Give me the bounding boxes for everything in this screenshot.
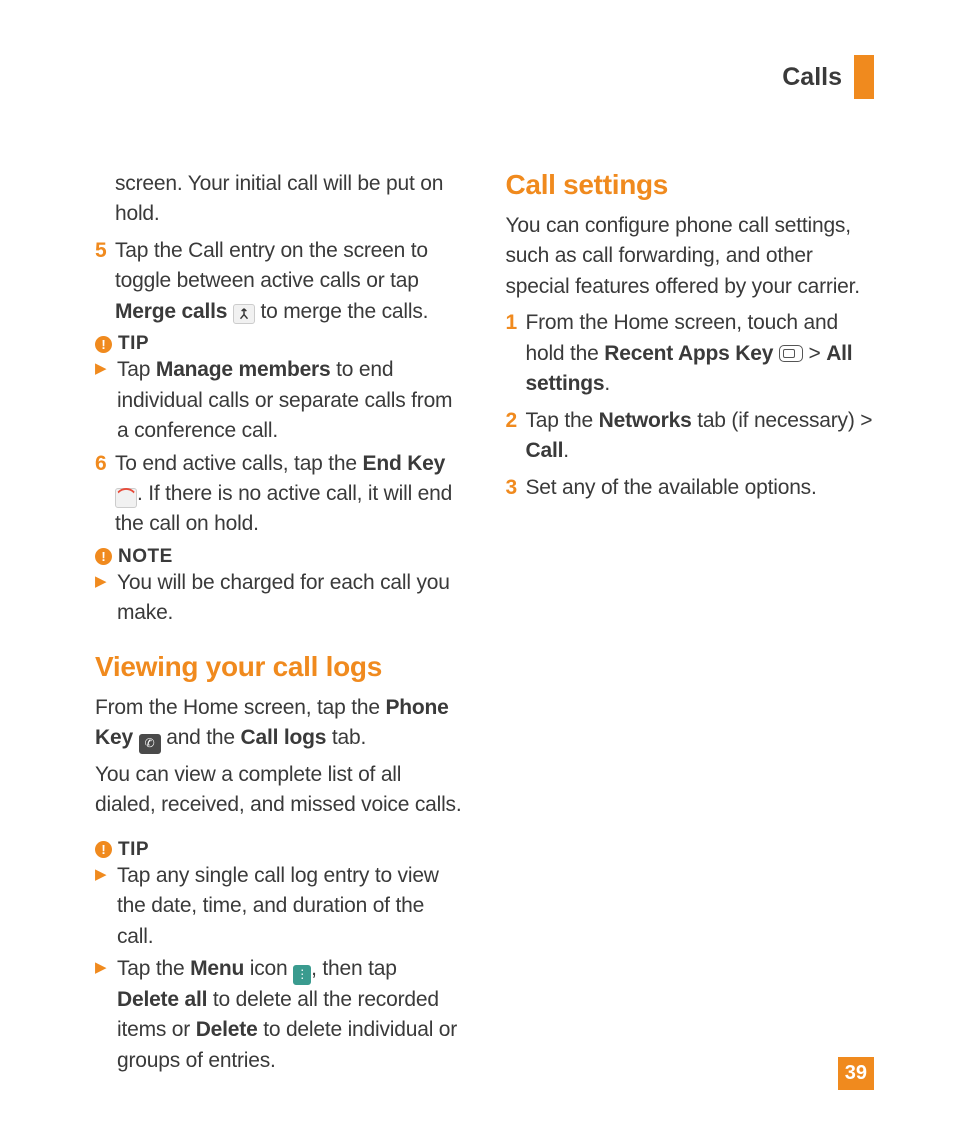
note-bullet: ▶ You will be charged for each call you … bbox=[95, 568, 464, 629]
body-text: tab. bbox=[326, 726, 366, 749]
call-logs-label: Call logs bbox=[241, 726, 327, 749]
step-number: 3 bbox=[506, 473, 526, 503]
step-text: Tap the Call entry on the screen to togg… bbox=[115, 239, 428, 292]
page-header: Calls bbox=[95, 55, 874, 99]
merge-calls-label: Merge calls bbox=[115, 300, 227, 323]
tip-heading: ! TIP bbox=[95, 839, 464, 861]
tip-bullet: ▶ Tap the Menu icon ⋮, then tap Delete a… bbox=[95, 954, 464, 1076]
note-text: You will be charged for each call you ma… bbox=[117, 568, 464, 629]
right-column: Call settings You can configure phone ca… bbox=[506, 169, 875, 1078]
step-number: 2 bbox=[506, 406, 526, 467]
tip-text: Tap the bbox=[117, 957, 190, 980]
header-accent-bar bbox=[854, 55, 874, 99]
step-number: 1 bbox=[506, 308, 526, 399]
left-column: screen. Your initial call will be put on… bbox=[95, 169, 464, 1078]
end-key-icon: ⌒ bbox=[115, 488, 137, 508]
step-text: Set any of the available options. bbox=[526, 473, 817, 503]
step-text: Tap the bbox=[526, 409, 599, 432]
step-text: . If there is no active call, it will en… bbox=[115, 482, 452, 535]
body-text: From the Home screen, tap the bbox=[95, 696, 385, 719]
page-number: 39 bbox=[838, 1057, 874, 1090]
menu-label: Menu bbox=[190, 957, 244, 980]
header-title: Calls bbox=[782, 63, 842, 92]
bullet-icon: ▶ bbox=[95, 861, 117, 952]
step-number: 5 bbox=[95, 236, 115, 327]
note-label: NOTE bbox=[118, 546, 173, 568]
body-text: and the bbox=[161, 726, 241, 749]
menu-icon: ⋮ bbox=[293, 965, 311, 985]
step-number: 6 bbox=[95, 449, 115, 540]
step-2: 2 Tap the Networks tab (if necessary) > … bbox=[506, 406, 875, 467]
recent-apps-key-icon bbox=[779, 345, 803, 362]
bullet-icon: ▶ bbox=[95, 568, 117, 629]
step-text: To end active calls, tap the bbox=[115, 452, 363, 475]
alert-icon: ! bbox=[95, 841, 112, 858]
tip-text: icon bbox=[244, 957, 293, 980]
tip-bullet: ▶ Tap any single call log entry to view … bbox=[95, 861, 464, 952]
tip-heading: ! TIP bbox=[95, 333, 464, 355]
step-3: 3 Set any of the available options. bbox=[506, 473, 875, 503]
manage-members-label: Manage members bbox=[156, 358, 331, 381]
tip-label: TIP bbox=[118, 333, 149, 355]
end-key-label: End Key bbox=[363, 452, 446, 475]
step-text: . bbox=[563, 439, 569, 462]
section-viewing-logs: Viewing your call logs bbox=[95, 651, 464, 683]
bullet-icon: ▶ bbox=[95, 954, 117, 1076]
bullet-icon: ▶ bbox=[95, 355, 117, 446]
phone-key-icon: ✆ bbox=[139, 734, 161, 754]
step-text: > bbox=[803, 342, 826, 365]
tip-label: TIP bbox=[118, 839, 149, 861]
step-6: 6 To end active calls, tap the End Key ⌒… bbox=[95, 449, 464, 540]
step-text: . bbox=[604, 372, 610, 395]
step-text: to merge the calls. bbox=[255, 300, 428, 323]
delete-all-label: Delete all bbox=[117, 988, 207, 1011]
note-heading: ! NOTE bbox=[95, 546, 464, 568]
networks-label: Networks bbox=[599, 409, 692, 432]
step-text: tab (if necessary) > bbox=[692, 409, 873, 432]
tip-text: , then tap bbox=[311, 957, 397, 980]
step-1: 1 From the Home screen, touch and hold t… bbox=[506, 308, 875, 399]
recent-apps-key-label: Recent Apps Key bbox=[604, 342, 773, 365]
tip-text: Tap bbox=[117, 358, 156, 381]
delete-label: Delete bbox=[196, 1018, 258, 1041]
tip-bullet: ▶ Tap Manage members to end individual c… bbox=[95, 355, 464, 446]
alert-icon: ! bbox=[95, 336, 112, 353]
body-text: You can view a complete list of all dial… bbox=[95, 760, 464, 821]
continuation-text: screen. Your initial call will be put on… bbox=[95, 169, 464, 230]
call-label: Call bbox=[526, 439, 564, 462]
tip-text: Tap any single call log entry to view th… bbox=[117, 861, 464, 952]
section-call-settings: Call settings bbox=[506, 169, 875, 201]
step-5: 5 Tap the Call entry on the screen to to… bbox=[95, 236, 464, 327]
alert-icon: ! bbox=[95, 548, 112, 565]
merge-calls-icon bbox=[233, 304, 255, 324]
body-text: You can configure phone call settings, s… bbox=[506, 211, 875, 302]
